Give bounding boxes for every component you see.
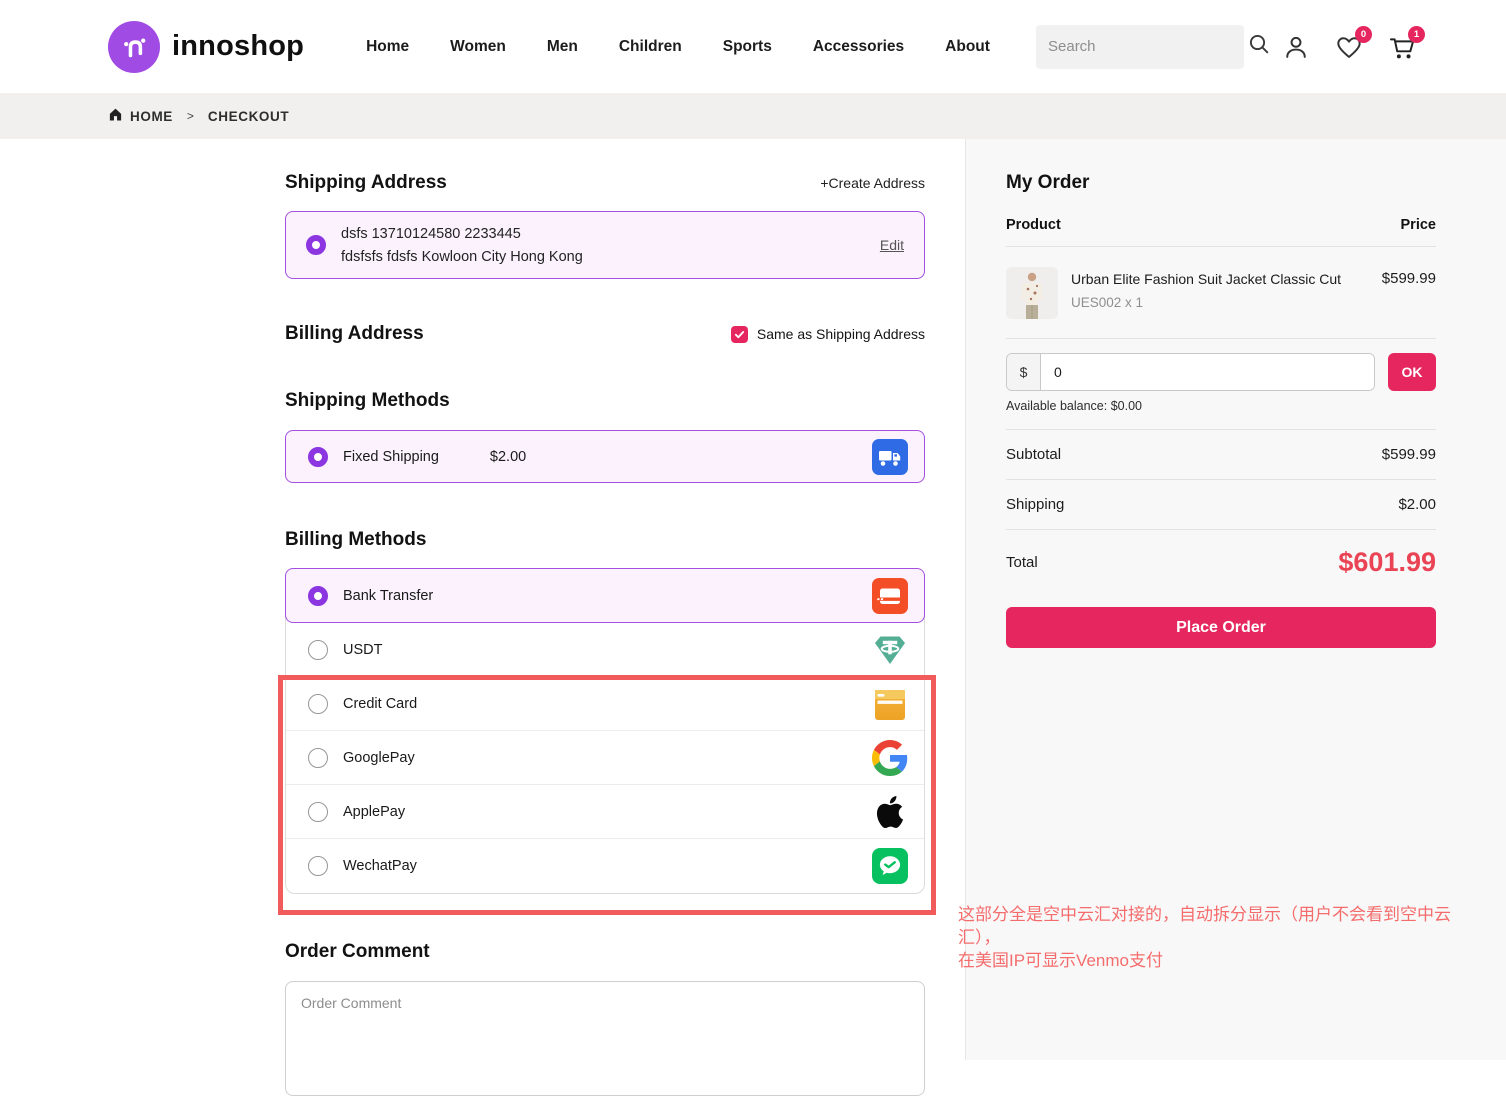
checkbox-checked-icon[interactable] <box>731 326 748 343</box>
order-item-row[interactable]: Urban Elite Fashion Suit Jacket Classic … <box>1006 267 1436 319</box>
product-sku-qty: UES002 x 1 <box>1071 295 1369 310</box>
breadcrumb-home[interactable]: HOME <box>108 107 173 125</box>
wishlist-count-badge: 0 <box>1355 26 1372 43</box>
same-as-shipping-label: Same as Shipping Address <box>757 326 925 342</box>
balance-input-group: $ <box>1006 353 1375 391</box>
order-comment-textarea[interactable] <box>285 981 925 1096</box>
shipping-method-fixed[interactable]: Fixed Shipping $2.00 <box>285 430 925 483</box>
price-column-header: Price <box>1401 217 1436 233</box>
breadcrumb: HOME > CHECKOUT <box>0 93 1506 139</box>
annotation-line2: 在美国IP可显示Venmo支付 <box>958 949 1474 972</box>
nav-item-men[interactable]: Men <box>547 38 578 56</box>
shipping-method-radio-selected[interactable] <box>308 447 328 467</box>
product-thumbnail <box>1006 267 1058 319</box>
currency-prefix: $ <box>1007 354 1041 390</box>
edit-address-link[interactable]: Edit <box>880 237 904 253</box>
google-icon <box>872 740 908 776</box>
brand-name: innoshop <box>172 30 304 63</box>
checkout-main: Shipping Address +Create Address dsfs 13… <box>285 139 925 1101</box>
billing-methods-list: Bank Transfer USDT <box>285 568 925 894</box>
billing-method-credit-card[interactable]: Credit Card <box>286 677 924 731</box>
nav-item-sports[interactable]: Sports <box>723 38 772 56</box>
shipping-method-label: Fixed Shipping <box>343 449 439 465</box>
radio-unselected-icon[interactable] <box>308 856 328 876</box>
subtotal-label: Subtotal <box>1006 446 1061 463</box>
apple-icon <box>872 794 908 830</box>
nav-item-accessories[interactable]: Accessories <box>813 38 904 56</box>
billing-methods-title: Billing Methods <box>285 529 426 551</box>
divider <box>1006 479 1436 480</box>
nav-item-home[interactable]: Home <box>366 38 409 56</box>
radio-selected-icon[interactable] <box>308 586 328 606</box>
billing-method-bank-transfer[interactable]: Bank Transfer <box>285 568 925 623</box>
search-icon[interactable] <box>1247 32 1271 61</box>
wechat-icon <box>872 848 908 884</box>
ok-button[interactable]: OK <box>1388 353 1436 391</box>
subtotal-value: $599.99 <box>1382 446 1436 463</box>
shipping-value: $2.00 <box>1398 496 1436 513</box>
nav-item-women[interactable]: Women <box>450 38 506 56</box>
address-radio-selected[interactable] <box>306 235 326 255</box>
address-line1: dsfs 13710124580 2233445 <box>341 226 865 242</box>
order-summary-title: My Order <box>1006 172 1436 194</box>
annotation-line1: 这部分全是空中云汇对接的，自动拆分显示（用户不会看到空中云汇）， <box>958 903 1474 949</box>
billing-method-applepay[interactable]: ApplePay <box>286 785 924 839</box>
product-price: $599.99 <box>1382 267 1436 319</box>
shipping-method-price: $2.00 <box>490 449 526 465</box>
product-name[interactable]: Urban Elite Fashion Suit Jacket Classic … <box>1071 271 1369 287</box>
search-input[interactable] <box>1048 38 1247 55</box>
divider <box>1006 246 1436 247</box>
radio-unselected-icon[interactable] <box>308 694 328 714</box>
total-label: Total <box>1006 554 1038 571</box>
balance-input[interactable] <box>1041 354 1374 390</box>
total-value: $601.99 <box>1338 547 1436 578</box>
header: innoshop Home Women Men Children Sports … <box>0 0 1506 93</box>
shipping-methods-title: Shipping Methods <box>285 390 450 412</box>
brand-logo-icon <box>108 21 160 73</box>
billing-address-title: Billing Address <box>285 323 424 345</box>
tether-icon <box>872 632 908 668</box>
breadcrumb-separator: > <box>187 109 194 123</box>
billing-method-googlepay[interactable]: GooglePay <box>286 731 924 785</box>
radio-unselected-icon[interactable] <box>308 802 328 822</box>
product-column-header: Product <box>1006 217 1061 233</box>
truck-icon <box>872 439 908 475</box>
shipping-address-card[interactable]: dsfs 13710124580 2233445 fdsfsfs fdsfs K… <box>285 211 925 279</box>
same-as-shipping-checkbox-row[interactable]: Same as Shipping Address <box>731 326 925 343</box>
breadcrumb-current: CHECKOUT <box>208 109 289 124</box>
address-line2: fdsfsfs fdsfs Kowloon City Hong Kong <box>341 249 865 265</box>
account-icon[interactable] <box>1282 33 1310 61</box>
wishlist-icon[interactable]: 0 <box>1335 33 1363 61</box>
billing-method-wechatpay[interactable]: WechatPay <box>286 839 924 893</box>
create-address-link[interactable]: +Create Address <box>820 175 925 191</box>
place-order-button[interactable]: Place Order <box>1006 607 1436 648</box>
shipping-label: Shipping <box>1006 496 1064 513</box>
available-balance-text: Available balance: $0.00 <box>1006 399 1436 413</box>
radio-unselected-icon[interactable] <box>308 748 328 768</box>
order-summary: My Order Product Price Urban Elite Fashi… <box>1006 139 1436 648</box>
divider <box>1006 338 1436 339</box>
billing-method-usdt[interactable]: USDT <box>286 623 924 677</box>
nav-item-children[interactable]: Children <box>619 38 682 56</box>
bank-card-icon <box>872 578 908 614</box>
credit-card-icon <box>872 686 908 722</box>
shipping-address-title: Shipping Address <box>285 172 447 194</box>
divider <box>1006 429 1436 430</box>
cart-count-badge: 1 <box>1408 26 1425 43</box>
search-box[interactable] <box>1036 25 1244 69</box>
order-comment-title: Order Comment <box>285 941 430 963</box>
annotation-text: 这部分全是空中云汇对接的，自动拆分显示（用户不会看到空中云汇）， 在美国IP可显… <box>958 903 1474 972</box>
home-icon <box>108 107 123 125</box>
radio-unselected-icon[interactable] <box>308 640 328 660</box>
cart-icon[interactable]: 1 <box>1388 33 1416 61</box>
nav-item-about[interactable]: About <box>945 38 990 56</box>
divider <box>1006 529 1436 530</box>
main-nav: Home Women Men Children Sports Accessori… <box>366 38 990 56</box>
brand-logo[interactable]: innoshop <box>108 21 304 73</box>
